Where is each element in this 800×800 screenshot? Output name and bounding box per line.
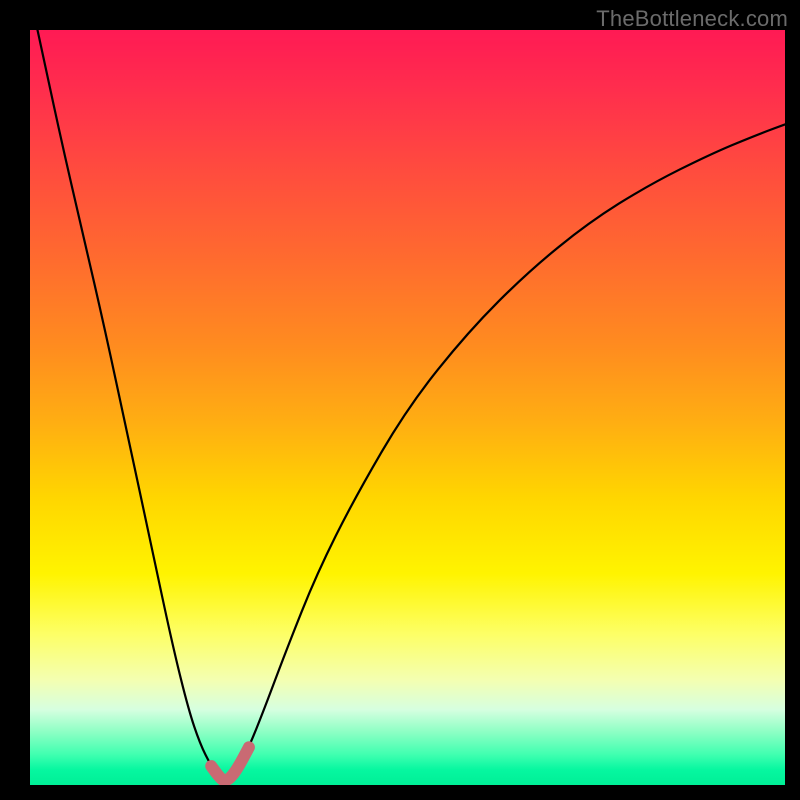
chart-frame: TheBottleneck.com <box>0 0 800 800</box>
watermark-label: TheBottleneck.com <box>596 6 788 32</box>
plot-background-gradient <box>30 30 785 785</box>
